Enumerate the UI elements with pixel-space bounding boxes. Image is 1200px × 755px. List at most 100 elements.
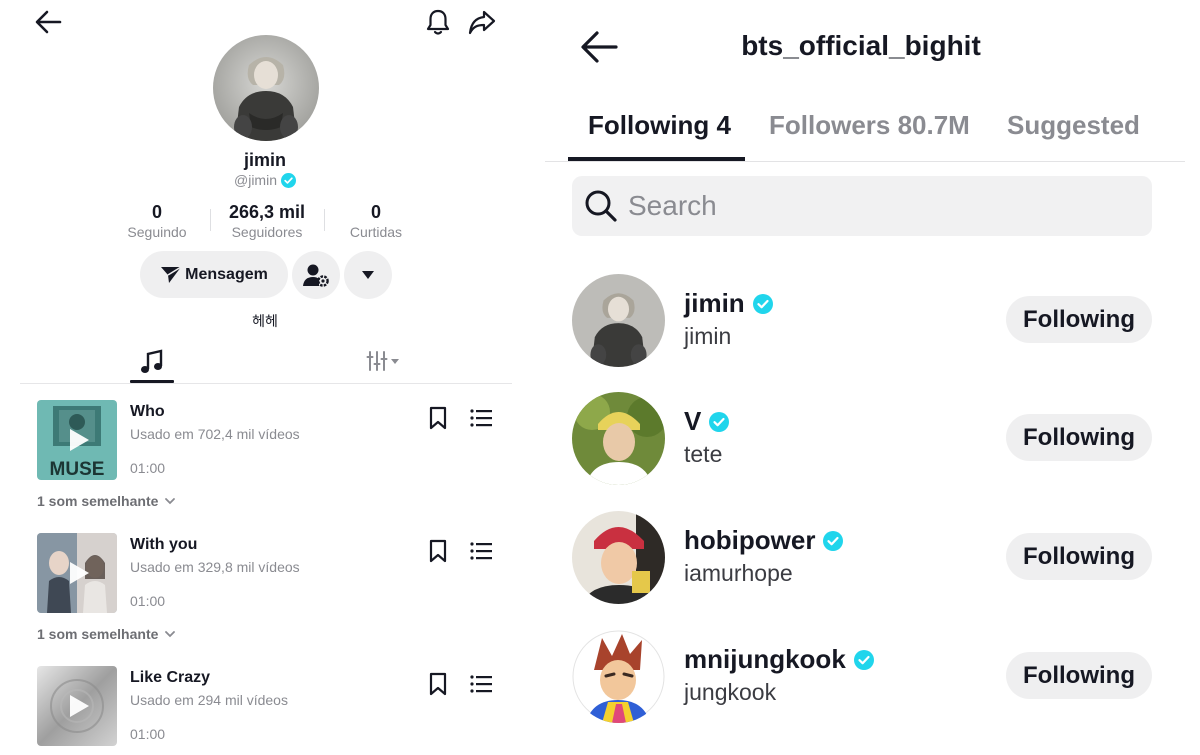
- search-bar[interactable]: [572, 176, 1152, 236]
- stat-label: Curtidas: [349, 224, 403, 240]
- tabs-divider: [545, 161, 1185, 162]
- playlist-icon[interactable]: [469, 407, 493, 429]
- following-button[interactable]: Following: [1006, 652, 1152, 699]
- song-cover[interactable]: [37, 666, 117, 746]
- username: jimin: [684, 288, 745, 318]
- nickname: jimin: [684, 323, 732, 349]
- profile-panel: jimin @jimin 0 Seguindo 266,3 mil Seguid…: [0, 0, 530, 755]
- song-uses: Usado em 702,4 mil vídeos: [130, 426, 300, 442]
- tab-following[interactable]: Following 4: [588, 110, 731, 141]
- following-panel: bts_official_bighit Following 4 Follower…: [545, 0, 1200, 755]
- following-button[interactable]: Following: [1006, 533, 1152, 580]
- following-button[interactable]: Following: [1006, 414, 1152, 461]
- user-row[interactable]: jimin jimin Following: [572, 274, 1152, 368]
- share-icon[interactable]: [467, 8, 497, 36]
- back-arrow-icon[interactable]: [34, 9, 62, 35]
- avatar[interactable]: [572, 274, 665, 367]
- user-row[interactable]: V tete Following: [572, 392, 1152, 486]
- song-title: Who: [130, 403, 165, 420]
- profile-display-name: jimin: [243, 150, 286, 170]
- username-row: mnijungkook: [684, 644, 874, 675]
- username-row: V: [684, 406, 730, 437]
- similar-sounds-label: 1 som semelhante: [37, 493, 159, 509]
- tab-followers[interactable]: Followers 80.7M: [769, 110, 970, 141]
- stat-divider: [210, 209, 211, 231]
- send-icon: [161, 265, 182, 283]
- similar-sounds-toggle[interactable]: 1 som semelhante: [37, 626, 176, 642]
- song-duration: 01:00: [130, 460, 166, 476]
- song-uses: Usado em 294 mil vídeos: [130, 692, 288, 708]
- similar-sounds-label: 1 som semelhante: [37, 626, 159, 642]
- username: hobipower: [684, 525, 816, 555]
- profile-bio: 헤헤: [252, 313, 278, 329]
- stat-following[interactable]: 0 Seguindo: [110, 202, 204, 241]
- chevron-down-icon: [165, 498, 176, 505]
- message-button[interactable]: Mensagem: [140, 251, 288, 298]
- song-duration: 01:00: [130, 593, 166, 609]
- bookmark-icon[interactable]: [427, 539, 449, 563]
- verified-icon: [853, 649, 874, 670]
- chevron-down-icon: [165, 631, 176, 638]
- stat-likes[interactable]: 0 Curtidas: [330, 202, 422, 241]
- username: V: [684, 406, 702, 436]
- song-title: With you: [130, 536, 198, 553]
- nickname: iamurhope: [684, 560, 793, 586]
- playlist-icon[interactable]: [469, 673, 493, 695]
- play-icon: [70, 695, 89, 717]
- similar-sounds-toggle[interactable]: 1 som semelhante: [37, 493, 176, 509]
- message-button-label: Mensagem: [185, 265, 268, 283]
- tab-music[interactable]: [130, 345, 174, 383]
- bookmark-icon[interactable]: [427, 406, 449, 430]
- username-row: hobipower: [684, 525, 844, 556]
- verified-icon: [709, 411, 730, 432]
- song-item[interactable]: With you Usado em 329,8 mil vídeos 01:00: [37, 533, 507, 613]
- more-options-button[interactable]: [344, 251, 392, 299]
- verified-icon: [823, 530, 844, 551]
- page-title: bts_official_bighit: [741, 30, 981, 61]
- bell-icon[interactable]: [424, 7, 452, 37]
- profile-handle-row: @jimin: [0, 172, 530, 188]
- stat-divider: [324, 209, 325, 231]
- tab-suggested[interactable]: Suggested: [1007, 110, 1140, 141]
- playlist-icon[interactable]: [469, 540, 493, 562]
- song-cover[interactable]: [37, 533, 117, 613]
- bookmark-icon[interactable]: [427, 672, 449, 696]
- search-input[interactable]: [628, 190, 1108, 222]
- song-item[interactable]: Like Crazy Usado em 294 mil vídeos 01:00: [37, 666, 507, 746]
- song-cover[interactable]: MUSE: [37, 400, 117, 480]
- stat-followers[interactable]: 266,3 mil Seguidores: [214, 202, 320, 241]
- avatar[interactable]: [572, 392, 665, 485]
- play-icon: [70, 562, 89, 584]
- username-row: jimin: [684, 288, 773, 319]
- nickname: jungkook: [684, 679, 777, 705]
- profile-avatar: [213, 35, 319, 141]
- avatar[interactable]: [572, 630, 665, 723]
- play-icon: [70, 429, 89, 451]
- song-duration: 01:00: [130, 726, 166, 742]
- add-user-settings-icon: [303, 264, 329, 287]
- username: mnijungkook: [684, 644, 846, 674]
- song-cover-text: MUSE: [50, 459, 105, 480]
- verified-icon: [752, 293, 773, 314]
- stat-value: 266,3 mil: [228, 202, 306, 222]
- stat-value: 0: [151, 202, 162, 222]
- avatar[interactable]: [572, 511, 665, 604]
- verified-icon: [281, 172, 296, 188]
- stat-value: 0: [370, 202, 381, 222]
- stat-label: Seguidores: [231, 224, 303, 240]
- tabs-divider: [20, 383, 512, 384]
- song-uses: Usado em 329,8 mil vídeos: [130, 559, 300, 575]
- add-user-settings-button[interactable]: [292, 251, 340, 299]
- search-icon: [585, 190, 617, 222]
- music-note-icon: [141, 349, 163, 373]
- user-row[interactable]: hobipower iamurhope Following: [572, 511, 1152, 605]
- song-item[interactable]: MUSE Who Usado em 702,4 mil vídeos 01:00: [37, 400, 507, 480]
- stat-label: Seguindo: [127, 224, 187, 240]
- profile-handle: @jimin: [234, 172, 277, 188]
- following-button[interactable]: Following: [1006, 296, 1152, 343]
- song-title: Like Crazy: [130, 669, 211, 686]
- user-row[interactable]: mnijungkook jungkook Following: [572, 630, 1152, 724]
- filter-icon[interactable]: [366, 348, 402, 374]
- caret-down-icon: [362, 271, 374, 279]
- nickname: tete: [684, 441, 723, 467]
